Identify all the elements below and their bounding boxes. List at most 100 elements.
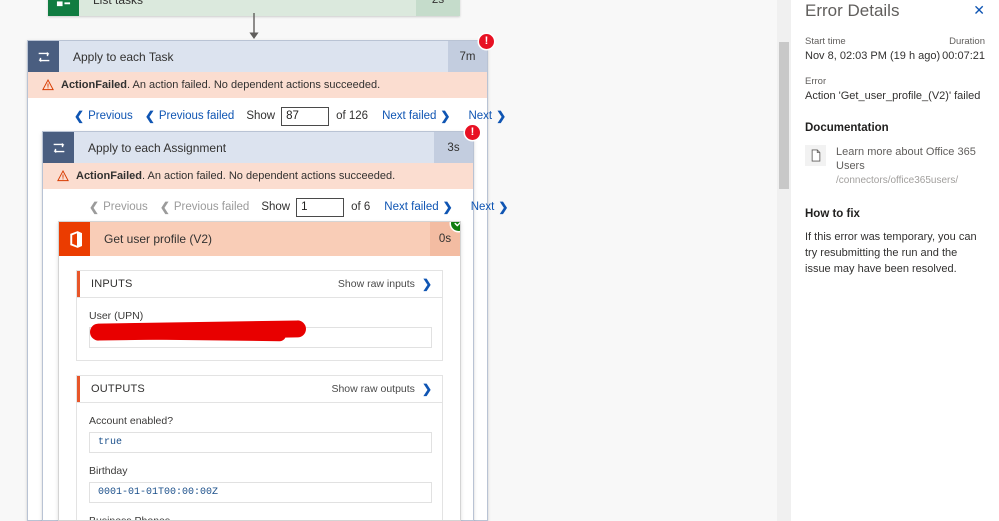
page-total-label: of 126: [336, 110, 369, 122]
scrollbar-thumb[interactable]: [779, 42, 789, 189]
previous-failed-button[interactable]: ❮ Previous failed: [160, 200, 250, 214]
output-field: Birthday 0001-01-01T00:00:00Z: [89, 465, 432, 503]
previous-failed-label: Previous failed: [173, 201, 250, 213]
previous-label: Previous: [103, 201, 148, 213]
previous-label: Previous: [88, 110, 133, 122]
chevron-right-icon: ❯: [421, 277, 432, 291]
duration-value: 00:07:21: [942, 50, 985, 62]
duration-block: Duration 00:07:21: [942, 36, 985, 62]
show-raw-outputs-label: Show raw outputs: [331, 383, 415, 395]
outputs-section-header: OUTPUTS Show raw outputs ❯: [77, 376, 442, 403]
loop-header[interactable]: Apply to each Task 7m: [28, 41, 487, 72]
down-arrow-icon: [249, 13, 259, 39]
start-time-value: Nov 8, 02:03 PM (19 h ago): [805, 50, 941, 62]
outputs-heading: OUTPUTS: [91, 383, 145, 395]
next-failed-button[interactable]: Next failed ❯: [382, 109, 450, 123]
inputs-heading: INPUTS: [91, 278, 133, 290]
vertical-scrollbar[interactable]: [777, 0, 791, 521]
chevron-left-icon: ❮: [159, 200, 170, 214]
previous-button[interactable]: ❮ Previous: [89, 200, 148, 214]
panel-header: Error Details ✕: [805, 0, 985, 22]
page-number-input[interactable]: [281, 106, 330, 126]
inputs-section-header: INPUTS Show raw inputs ❯: [77, 271, 442, 298]
loop-header[interactable]: Apply to each Assignment 3s: [43, 132, 473, 163]
action-card-get-user-profile[interactable]: Get user profile (V2) 0s INPUTS Show raw…: [58, 221, 461, 521]
chevron-right-icon: ❯: [442, 200, 453, 214]
error-badge: !: [465, 125, 480, 140]
show-label: Show: [246, 110, 276, 122]
show-raw-outputs-link[interactable]: Show raw outputs ❯: [331, 382, 432, 396]
office365-users-icon: [59, 222, 90, 256]
field-label: Birthday: [89, 465, 128, 477]
error-code: ActionFailed: [76, 170, 143, 182]
loop-pager: ❮ Previous ❮ Previous failed Show of 6 N…: [43, 189, 508, 225]
input-field: User (UPN): [89, 310, 432, 348]
error-block: Error Action 'Get_user_profile_(V2)' fai…: [805, 76, 985, 102]
outputs-body: Account enabled? true Birthday 0001-01-0…: [77, 403, 442, 520]
close-icon[interactable]: ✕: [973, 0, 985, 20]
flow-designer-canvas: List tasks 2s ! Apply to each Task 7m Ac…: [0, 0, 777, 521]
documentation-path: /connectors/office365users/: [836, 175, 959, 186]
previous-failed-label: Previous failed: [158, 110, 235, 122]
duration-label: Duration: [949, 36, 985, 47]
outputs-section: OUTPUTS Show raw outputs ❯ Account enabl…: [76, 375, 443, 520]
loop-pager: ❮ Previous ❮ Previous failed Show of 126…: [28, 98, 506, 134]
chevron-right-icon: ❯: [421, 382, 432, 396]
planner-tasks-icon: [48, 0, 79, 16]
error-message: . An action failed. No dependent actions…: [127, 79, 381, 91]
action-header[interactable]: Get user profile (V2) 0s: [59, 222, 460, 256]
action-title: Get user profile (V2): [104, 232, 213, 246]
page-number-input[interactable]: [296, 197, 345, 217]
next-failed-button[interactable]: Next failed ❯: [384, 200, 452, 214]
loop-error-bar: ActionFailed. An action failed. No depen…: [43, 163, 473, 189]
chevron-left-icon: ❮: [89, 200, 100, 214]
error-details-panel: Error Details ✕ Start time Nov 8, 02:03 …: [791, 0, 999, 521]
apply-to-each-loop-icon: [28, 41, 59, 72]
field-value: [89, 320, 432, 348]
loop-title: Apply to each Assignment: [88, 140, 227, 155]
document-page-icon: [805, 145, 826, 166]
show-raw-inputs-link[interactable]: Show raw inputs ❯: [338, 277, 432, 291]
documentation-heading: Documentation: [805, 122, 889, 134]
next-failed-label: Next failed: [384, 201, 439, 213]
show-label: Show: [261, 201, 291, 213]
apply-to-each-loop-icon: [43, 132, 74, 163]
previous-button[interactable]: ❮ Previous: [74, 109, 133, 123]
documentation-link-item[interactable]: Learn more about Office 365 Users /conne…: [805, 145, 985, 188]
page-title: Error Details: [805, 1, 900, 20]
page-total-label: of 6: [351, 201, 371, 213]
chevron-right-icon: ❯: [496, 109, 507, 123]
documentation-link-label[interactable]: Learn more about Office 365 Users: [836, 145, 985, 173]
chevron-right-icon: ❯: [498, 200, 509, 214]
run-meta-row: Start time Nov 8, 02:03 PM (19 h ago) Du…: [805, 36, 985, 62]
start-time-block: Start time Nov 8, 02:03 PM (19 h ago): [805, 36, 940, 62]
field-label: Account enabled?: [89, 415, 174, 427]
howtofix-text: If this error was temporary, you can try…: [805, 231, 977, 275]
action-duration: 2s: [416, 0, 460, 16]
field-value: 0001-01-01T00:00:00Z: [89, 482, 432, 503]
warning-triangle-icon: [42, 79, 54, 91]
error-message: . An action failed. No dependent actions…: [142, 170, 396, 182]
flow-run-history-screen: List tasks 2s ! Apply to each Task 7m Ac…: [0, 0, 999, 521]
chevron-left-icon: ❮: [74, 109, 85, 123]
error-badge: !: [479, 34, 494, 49]
previous-failed-button[interactable]: ❮ Previous failed: [145, 109, 235, 123]
warning-triangle-icon: [57, 170, 69, 182]
next-failed-label: Next failed: [382, 110, 437, 122]
start-time-label: Start time: [805, 36, 846, 47]
redaction-mark: [89, 320, 307, 341]
howtofix-heading: How to fix: [805, 208, 860, 220]
error-code: ActionFailed: [61, 79, 128, 91]
chevron-right-icon: ❯: [440, 109, 451, 123]
inputs-section: INPUTS Show raw inputs ❯ User (UPN): [76, 270, 443, 361]
next-button[interactable]: Next ❯: [471, 200, 509, 214]
next-button[interactable]: Next ❯: [468, 109, 506, 123]
inputs-body: User (UPN): [77, 298, 442, 360]
error-value: Action 'Get_user_profile_(V2)' failed: [805, 90, 981, 102]
next-label: Next: [470, 201, 495, 213]
show-raw-inputs-label: Show raw inputs: [337, 278, 415, 290]
documentation-text: Learn more about Office 365 Users /conne…: [836, 145, 985, 188]
next-label: Next: [468, 110, 493, 122]
output-field: Account enabled? true: [89, 415, 432, 453]
loop-title: Apply to each Task: [73, 49, 174, 64]
